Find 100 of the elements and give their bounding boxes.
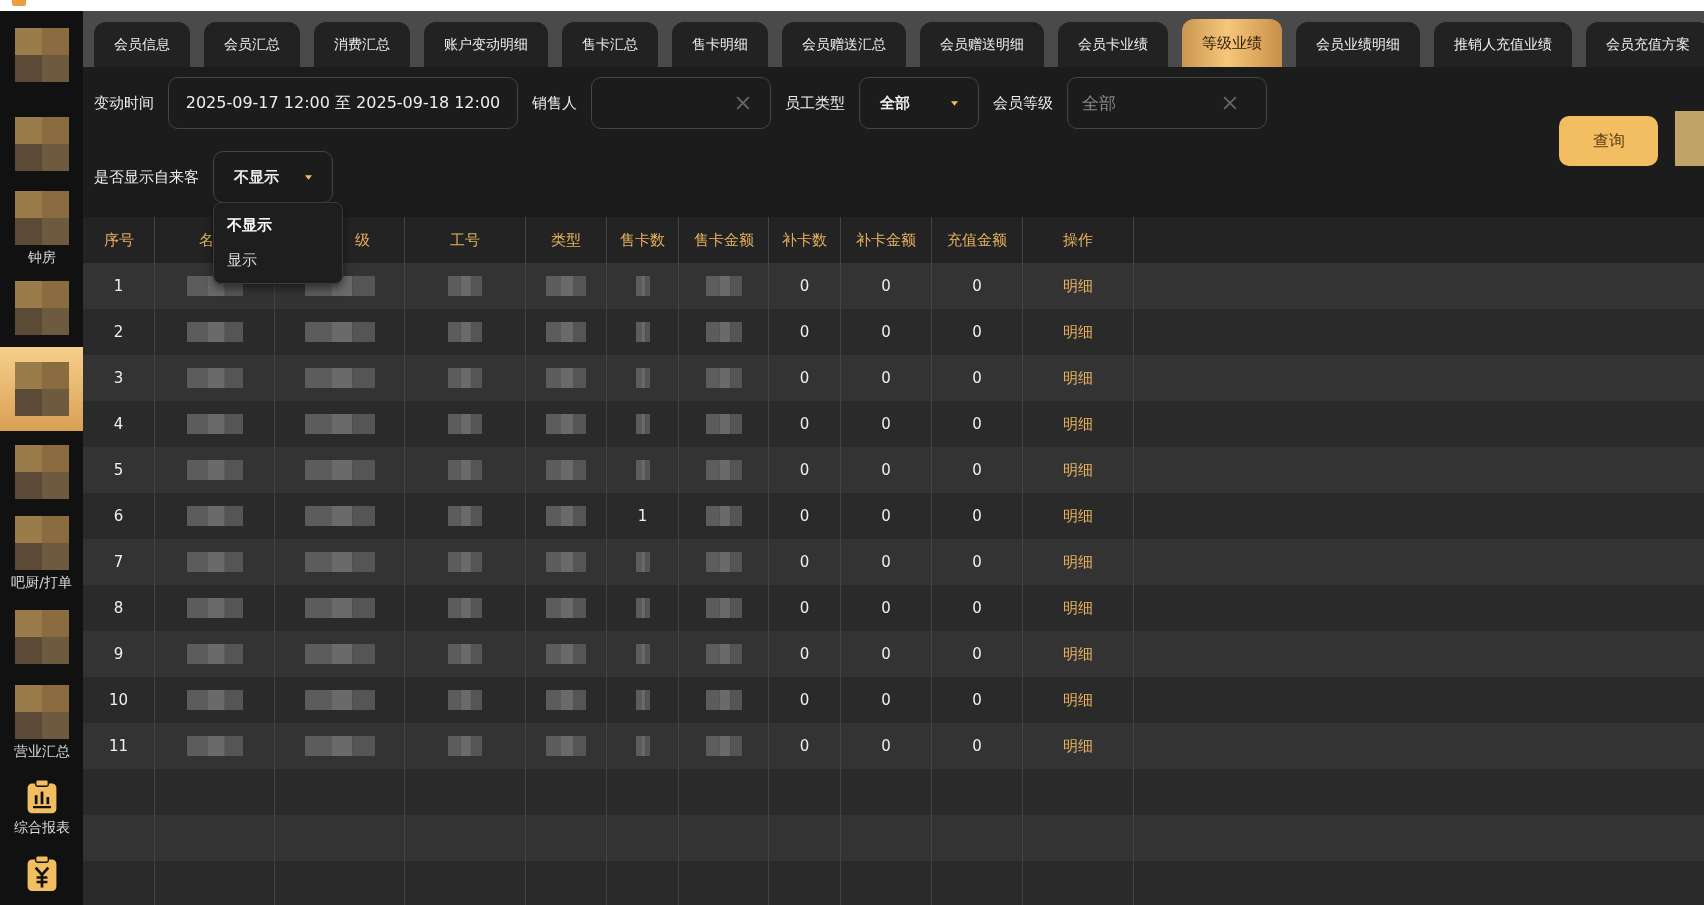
table-cell: 11 — [108, 737, 129, 755]
tab[interactable]: 会员卡业绩 — [1058, 22, 1168, 67]
sidebar-item[interactable]: 综合报表 — [0, 767, 83, 849]
staff-type-select[interactable]: 全部 — [859, 77, 979, 129]
redacted-block — [546, 598, 586, 618]
redacted-block — [304, 644, 375, 664]
redacted-block — [635, 690, 650, 710]
tab[interactable]: 会员赠送汇总 — [782, 22, 906, 67]
detail-link[interactable]: 明细 — [1063, 506, 1093, 526]
blurred-icon — [14, 362, 69, 416]
clear-icon[interactable] — [736, 96, 750, 110]
redacted-block — [705, 506, 742, 526]
table-cell: 0 — [881, 645, 891, 663]
app-icon — [12, 0, 26, 6]
table-cell: 5 — [113, 461, 124, 479]
redacted-block — [304, 276, 375, 296]
tab[interactable]: 会员赠送明细 — [920, 22, 1044, 67]
redacted-block — [635, 598, 650, 618]
redacted-block — [186, 506, 243, 526]
detail-link[interactable]: 明细 — [1063, 644, 1093, 664]
sidebar-item[interactable]: 营业汇总 — [0, 679, 83, 767]
redacted-block — [705, 276, 742, 296]
filter-label: 员工类型 — [785, 93, 845, 113]
blurred-icon — [14, 117, 69, 171]
table-cell: 8 — [113, 599, 124, 617]
redacted-block — [448, 414, 482, 434]
sidebar-item[interactable]: 吧厨/打单 — [0, 513, 83, 595]
table-cell: 0 — [799, 415, 810, 433]
table-cell: 0 — [972, 415, 982, 433]
redacted-block — [448, 736, 482, 756]
table-cell: 0 — [881, 599, 891, 617]
redacted-block — [448, 460, 482, 480]
detail-link[interactable]: 明细 — [1063, 598, 1093, 618]
sidebar-item[interactable] — [0, 347, 83, 431]
table-cell: 9 — [113, 645, 124, 663]
redacted-block — [635, 460, 650, 480]
table-cell: 2 — [113, 323, 124, 341]
table-cell: 0 — [972, 507, 982, 525]
tab[interactable]: 售卡汇总 — [562, 22, 658, 67]
table-cell: 0 — [881, 277, 891, 295]
redacted-block — [635, 644, 650, 664]
redacted-block — [635, 368, 650, 388]
redacted-block — [304, 460, 375, 480]
tab[interactable]: 等级业绩 — [1182, 19, 1282, 67]
table-cell: 0 — [799, 369, 810, 387]
table-cell: 0 — [972, 737, 982, 755]
sidebar-label: 综合报表 — [13, 819, 70, 837]
table-cell: 4 — [113, 415, 124, 433]
detail-link[interactable]: 明细 — [1063, 368, 1093, 388]
detail-link[interactable]: 明细 — [1063, 414, 1093, 434]
tab[interactable]: 会员充值方案 — [1586, 22, 1704, 67]
redacted-block — [186, 736, 243, 756]
tab[interactable]: 会员信息 — [94, 22, 190, 67]
table-cell: 0 — [799, 507, 810, 525]
detail-link[interactable]: 明细 — [1063, 276, 1093, 296]
table-cell: 0 — [799, 691, 810, 709]
table-cell: 0 — [972, 553, 982, 571]
sidebar-item[interactable]: 钟房 — [0, 189, 83, 269]
detail-link[interactable]: 明细 — [1063, 322, 1093, 342]
table-cell: 0 — [881, 691, 891, 709]
clear-icon[interactable] — [1223, 96, 1237, 110]
redacted-block — [304, 690, 375, 710]
blurred-icon — [14, 281, 69, 335]
tab[interactable]: 会员业绩明细 — [1296, 22, 1420, 67]
tab[interactable]: 账户变动明细 — [424, 22, 548, 67]
date-range-field[interactable]: 2025-09-17 12:00 至 2025-09-18 12:00 — [168, 77, 518, 129]
redacted-block — [304, 598, 375, 618]
redacted-block — [546, 552, 586, 572]
tab[interactable]: 售卡明细 — [672, 22, 768, 67]
blurred-icon — [14, 610, 69, 664]
table-cell: 0 — [881, 323, 891, 341]
table-cell: 0 — [881, 369, 891, 387]
redacted-block — [705, 322, 742, 342]
query-button[interactable]: 查询 — [1559, 116, 1658, 166]
redacted-block — [546, 644, 586, 664]
redacted-block — [186, 598, 243, 618]
tab[interactable]: 推销人充值业绩 — [1434, 22, 1572, 67]
tab[interactable]: 会员汇总 — [204, 22, 300, 67]
redacted-block — [705, 368, 742, 388]
table-cell: 0 — [881, 737, 891, 755]
detail-link[interactable]: 明细 — [1063, 460, 1093, 480]
tab[interactable]: 消费汇总 — [314, 22, 410, 67]
redacted-block — [186, 322, 243, 342]
redacted-block — [186, 644, 243, 664]
table-cell: 1 — [113, 277, 124, 295]
filter-label: 是否显示自来客 — [94, 167, 199, 187]
detail-link[interactable]: 明细 — [1063, 690, 1093, 710]
table-cell: 0 — [972, 599, 982, 617]
member-level-field[interactable]: 全部 — [1067, 77, 1267, 129]
redacted-block — [705, 552, 742, 572]
detail-link[interactable]: 明细 — [1063, 552, 1093, 572]
table-cell: 3 — [113, 369, 124, 387]
salesperson-field[interactable] — [591, 77, 771, 129]
table-cell: 0 — [799, 553, 810, 571]
blurred-icon — [14, 445, 69, 499]
redacted-block — [705, 644, 742, 664]
detail-link[interactable]: 明细 — [1063, 736, 1093, 756]
blurred-icon — [14, 28, 69, 82]
table-cell: 0 — [881, 507, 891, 525]
redacted-block — [546, 322, 586, 342]
